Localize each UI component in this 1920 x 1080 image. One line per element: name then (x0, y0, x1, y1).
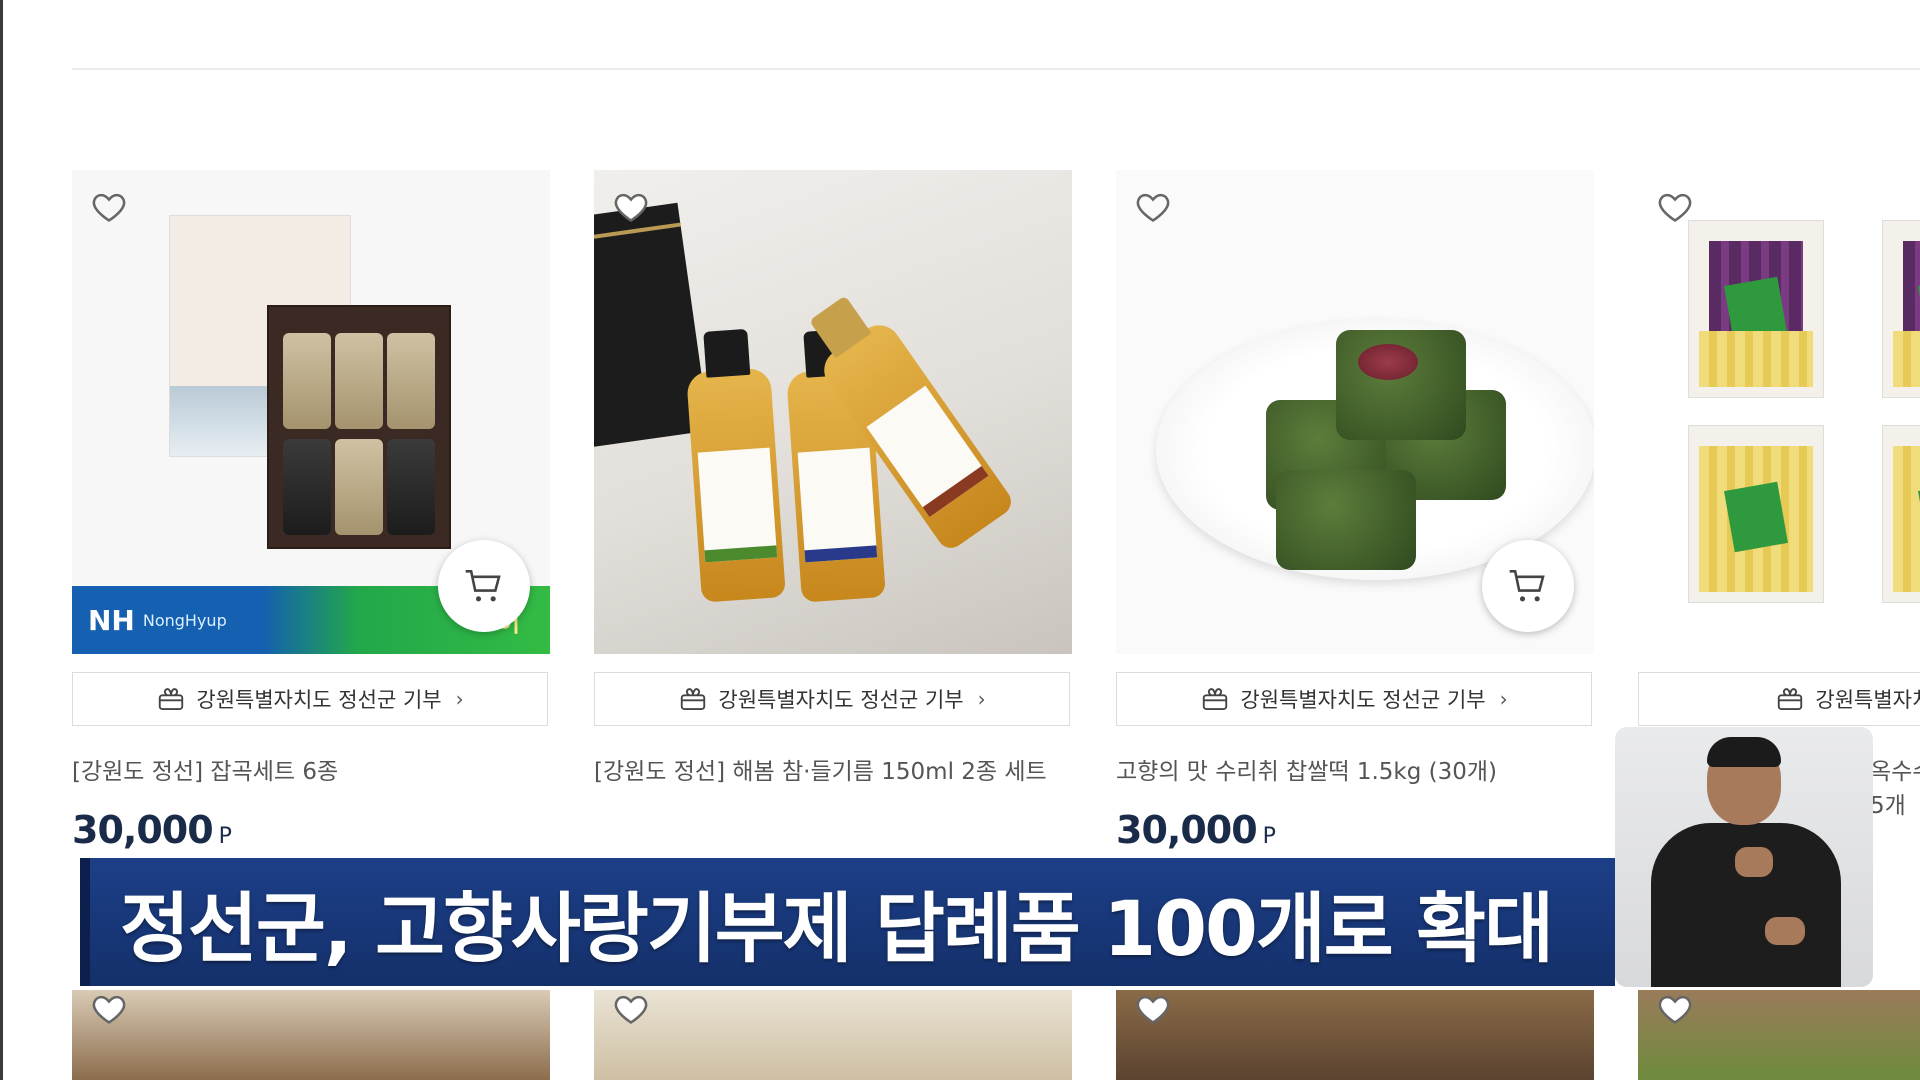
product-image[interactable] (72, 990, 550, 1080)
gift-box-icon (681, 688, 706, 710)
donor-region-button[interactable]: 강원특별자치도 정 (1638, 672, 1920, 726)
window-edge (0, 0, 3, 1080)
heart-icon[interactable] (1656, 188, 1694, 226)
corn-bag (1688, 425, 1824, 603)
heart-icon[interactable] (612, 188, 650, 226)
heart-icon[interactable] (1134, 990, 1172, 1028)
product-name[interactable]: 고향의 맛 수리취 찹쌀떡 1.5kg (30개) (1116, 755, 1586, 789)
heart-icon[interactable] (1134, 188, 1172, 226)
product-name[interactable]: [강원도 정선] 잡곡세트 6종 (72, 755, 542, 789)
sign-language-interpreter (1615, 727, 1873, 987)
product-image[interactable] (594, 170, 1072, 654)
corn-bag (1688, 220, 1824, 398)
donor-label: 강원특별자치도 정선군 기부 (196, 688, 442, 712)
product-price: 30,000 P (72, 808, 232, 852)
gift-box-icon (159, 688, 184, 710)
donor-label: 강원특별자치도 정선군 기부 (718, 688, 964, 712)
add-to-cart-button[interactable] (1482, 540, 1574, 632)
divider (72, 68, 1920, 70)
donor-region-button[interactable]: 강원특별자치도 정선군 기부 › (594, 672, 1070, 726)
product-price: 30,000 P (1116, 808, 1276, 852)
heart-icon[interactable] (90, 990, 128, 1028)
brand-sub-text: NongHyup (142, 610, 227, 630)
heart-icon[interactable] (90, 188, 128, 226)
product-name[interactable]: 옥수수5개 (1870, 755, 1920, 823)
news-headline-bar: 정선군, 고향사랑기부제 답례품 100개로 확대 (80, 858, 1615, 986)
product-name[interactable]: [강원도 정선] 해봄 참·들기름 150ml 2종 세트 (594, 755, 1064, 789)
donor-label: 강원특별자치도 정선군 기부 (1240, 688, 1486, 712)
product-card[interactable]: NH NongHyup 어 강원특별자치도 정선군 기부 › [강원도 정선] … (72, 170, 550, 860)
product-card[interactable]: 강원특별자치도 정선군 기부 › [강원도 정선] 해봄 참·들기름 150ml… (594, 170, 1072, 860)
chevron-right-icon: › (455, 687, 464, 711)
brand-logo-text: NH (88, 603, 135, 637)
product-card[interactable]: 강원특별자치도 정선군 기부 › 고향의 맛 수리취 찹쌀떡 1.5kg (30… (1116, 170, 1594, 860)
corn-bag (1882, 220, 1920, 398)
corn-bag (1882, 425, 1920, 603)
add-to-cart-button[interactable] (438, 540, 530, 632)
donor-region-button[interactable]: 강원특별자치도 정선군 기부 › (72, 672, 548, 726)
product-image[interactable] (594, 990, 1072, 1080)
chevron-right-icon: › (1499, 687, 1508, 711)
heart-icon[interactable] (1656, 990, 1694, 1028)
heart-icon[interactable] (612, 990, 650, 1028)
cart-icon (465, 570, 501, 602)
oil-bottle (686, 328, 786, 603)
news-headline: 정선군, 고향사랑기부제 답례품 100개로 확대 (120, 884, 1554, 973)
cart-icon (1509, 570, 1545, 602)
product-image[interactable] (1638, 990, 1920, 1080)
product-image[interactable] (1116, 990, 1594, 1080)
rice-cake-cut (1336, 330, 1466, 440)
product-image[interactable] (1638, 170, 1920, 654)
donor-label: 강원특별자치도 정 (1815, 688, 1920, 712)
gift-box-icon (1778, 688, 1803, 710)
chevron-right-icon: › (977, 687, 986, 711)
gift-box-icon (1203, 688, 1228, 710)
grain-set-box (267, 305, 451, 549)
donor-region-button[interactable]: 강원특별자치도 정선군 기부 › (1116, 672, 1592, 726)
rice-cake (1276, 470, 1416, 570)
